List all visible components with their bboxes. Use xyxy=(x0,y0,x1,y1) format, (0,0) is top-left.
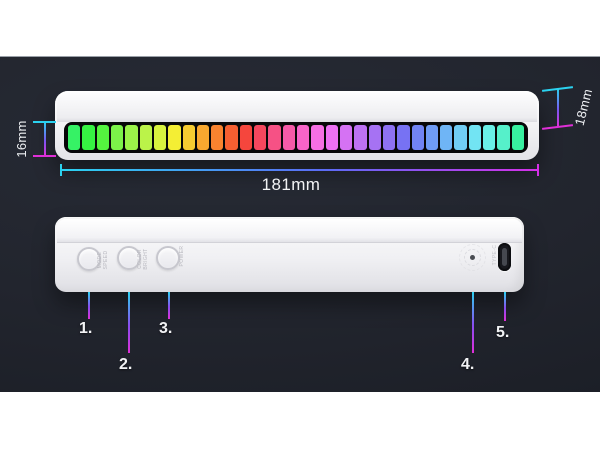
callout-line-5 xyxy=(504,292,506,321)
led-segment xyxy=(311,125,323,150)
power-button-label: POWER xyxy=(179,241,185,271)
dim-181mm-tick-left xyxy=(60,164,62,176)
led-segment xyxy=(168,125,180,150)
mode-speed-button-label: MODE SPEED xyxy=(97,245,109,275)
led-segment xyxy=(512,125,524,150)
back-bar-top-face xyxy=(57,219,522,243)
bar-top-face xyxy=(57,93,537,122)
led-segment xyxy=(440,125,452,150)
dim-16mm-label: 16mm xyxy=(14,116,28,162)
microphone-hole xyxy=(470,255,475,260)
usb-c-port-label: TYPE-C xyxy=(492,240,498,270)
led-segment xyxy=(68,125,80,150)
callout-line-1 xyxy=(88,292,90,319)
white-margin-bottom xyxy=(0,392,600,450)
color-bright-button-label: COLOR BRIGHT xyxy=(137,244,149,274)
led-segment xyxy=(283,125,295,150)
led-segment xyxy=(383,125,395,150)
dim-181mm-tick-right xyxy=(537,164,539,176)
led-segment xyxy=(211,125,223,150)
led-segment xyxy=(125,125,137,150)
power-button xyxy=(156,246,180,270)
dim-18mm-line xyxy=(557,89,559,127)
led-segment xyxy=(483,125,495,150)
led-segment xyxy=(197,125,209,150)
led-segment xyxy=(469,125,481,150)
white-margin-top xyxy=(0,0,600,57)
dim-16mm-cap-top xyxy=(33,121,56,123)
usb-c-slot xyxy=(502,248,507,266)
callout-label-3: 3. xyxy=(159,320,172,338)
callout-label-2: 2. xyxy=(119,356,132,374)
led-segment xyxy=(412,125,424,150)
led-segment xyxy=(240,125,252,150)
led-segment xyxy=(111,125,123,150)
led-segment xyxy=(326,125,338,150)
callout-line-4 xyxy=(472,292,474,353)
led-segment xyxy=(82,125,94,150)
led-segment xyxy=(340,125,352,150)
dim-181mm-label: 181mm xyxy=(241,175,341,195)
callout-line-3 xyxy=(168,292,170,319)
led-segment xyxy=(397,125,409,150)
light-bar-front-view xyxy=(55,91,539,160)
dim-16mm-cap-bottom xyxy=(33,155,56,157)
led-segment xyxy=(254,125,266,150)
callout-line-2 xyxy=(128,292,130,353)
led-segment xyxy=(154,125,166,150)
callout-label-1: 1. xyxy=(79,320,92,338)
led-segment xyxy=(97,125,109,150)
usb-c-port xyxy=(498,243,511,271)
led-segment xyxy=(225,125,237,150)
callout-label-5: 5. xyxy=(496,324,509,342)
led-segment xyxy=(297,125,309,150)
dim-181mm-line xyxy=(60,169,539,171)
led-segment xyxy=(497,125,509,150)
product-dimension-diagram: 16mm 18mm 181mm MODE SPEED COLOR BRIGHT … xyxy=(0,0,600,450)
led-strip xyxy=(64,122,528,153)
led-segment xyxy=(354,125,366,150)
led-segment xyxy=(454,125,466,150)
led-segment xyxy=(369,125,381,150)
dim-16mm-line xyxy=(44,122,46,156)
led-segment xyxy=(183,125,195,150)
callout-label-4: 4. xyxy=(461,356,474,374)
led-segment xyxy=(268,125,280,150)
led-segment xyxy=(426,125,438,150)
led-segment xyxy=(140,125,152,150)
